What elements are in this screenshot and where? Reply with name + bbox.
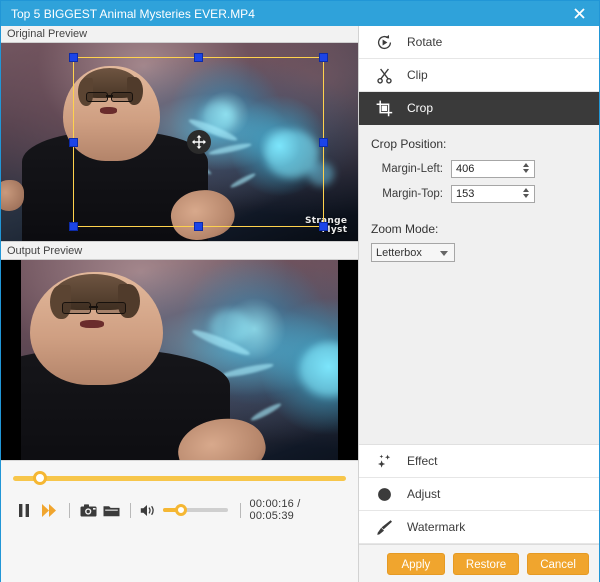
- margin-left-input[interactable]: [452, 161, 516, 177]
- tool-watermark[interactable]: Watermark: [359, 511, 599, 544]
- margin-left-label: Margin-Left:: [371, 163, 451, 175]
- margin-left-field: Margin-Left:: [359, 160, 599, 178]
- volume-slider[interactable]: [163, 504, 228, 516]
- chevron-down-icon[interactable]: [440, 251, 448, 256]
- brush-icon: [375, 518, 394, 537]
- original-preview-stage: Strange Myst: [1, 43, 358, 241]
- divider: [69, 503, 70, 518]
- margin-left-stepper[interactable]: [451, 160, 535, 178]
- crop-handle-n[interactable]: [194, 53, 203, 62]
- margin-top-label: Margin-Top:: [371, 188, 451, 200]
- title-bar: Top 5 BIGGEST Animal Mysteries EVER.MP4: [1, 1, 599, 26]
- contrast-icon: [375, 485, 394, 504]
- transport-buttons: 00:00:16 / 00:05:39: [9, 494, 350, 526]
- margin-top-input[interactable]: [452, 186, 516, 202]
- scissors-icon: [375, 66, 394, 85]
- brush-glyph: [376, 519, 393, 536]
- crop-handle-sw[interactable]: [69, 222, 78, 231]
- chevron-up-icon[interactable]: [523, 163, 529, 167]
- dialog-footer: Apply Restore Cancel: [359, 544, 599, 582]
- tool-label: Rotate: [407, 35, 442, 49]
- tool-rotate[interactable]: Rotate: [359, 26, 599, 59]
- rotate-glyph: [376, 34, 393, 51]
- volume-thumb[interactable]: [175, 504, 187, 516]
- fast-forward-glyph: [42, 504, 57, 517]
- divider: [130, 503, 131, 518]
- original-preview-label: Original Preview: [1, 26, 358, 43]
- stepper-arrows[interactable]: [523, 188, 529, 198]
- tool-label: Watermark: [407, 520, 465, 534]
- camera-glyph: [80, 504, 97, 517]
- speaker-icon[interactable]: [140, 501, 156, 519]
- crop-icon: [375, 99, 394, 118]
- move-glyph: [191, 134, 207, 150]
- chevron-down-icon[interactable]: [523, 169, 529, 173]
- dialog-body: Original Preview: [1, 26, 599, 582]
- margin-top-stepper[interactable]: [451, 185, 535, 203]
- close-glyph: [574, 8, 585, 19]
- seek-track: [13, 476, 346, 481]
- zoom-mode-value: Letterbox: [372, 247, 422, 259]
- fast-forward-icon[interactable]: [40, 500, 60, 520]
- folder-glyph: [103, 504, 120, 517]
- tool-effect[interactable]: Effect: [359, 445, 599, 478]
- letterbox-bar-right: [338, 260, 358, 460]
- tool-label: Adjust: [407, 487, 440, 501]
- tool-label: Crop: [407, 101, 433, 115]
- crop-settings-panel: Crop Position: Margin-Left: Margin-Top:: [359, 125, 599, 445]
- tool-label: Effect: [407, 454, 437, 468]
- video-edit-dialog: Top 5 BIGGEST Animal Mysteries EVER.MP4 …: [0, 0, 600, 582]
- crop-handle-s[interactable]: [194, 222, 203, 231]
- tool-panel: Rotate Clip: [359, 26, 599, 582]
- window-title: Top 5 BIGGEST Animal Mysteries EVER.MP4: [11, 7, 559, 21]
- crop-selection-box[interactable]: [73, 57, 324, 227]
- speaker-glyph: [140, 504, 156, 517]
- crop-position-title: Crop Position:: [359, 137, 599, 160]
- subject-silhouette: [1, 260, 230, 460]
- apply-button[interactable]: Apply: [387, 553, 445, 575]
- rotate-icon: [375, 33, 394, 52]
- tool-crop[interactable]: Crop: [359, 92, 599, 125]
- tool-label: Clip: [407, 68, 428, 82]
- time-display: 00:00:16 / 00:05:39: [250, 498, 338, 522]
- restore-button[interactable]: Restore: [453, 553, 519, 575]
- close-icon[interactable]: [559, 1, 599, 26]
- zoom-mode-title: Zoom Mode:: [359, 210, 599, 243]
- pause-icon[interactable]: [15, 500, 33, 520]
- camera-icon[interactable]: [79, 500, 99, 520]
- crop-handle-w[interactable]: [69, 138, 78, 147]
- output-preview-stage: Strange Myst: [1, 260, 358, 460]
- divider: [240, 503, 241, 518]
- sparkles-icon: [375, 452, 394, 471]
- chevron-down-icon[interactable]: [523, 194, 529, 198]
- output-video-frame: Strange Myst: [1, 260, 358, 460]
- preview-column: Original Preview: [1, 26, 359, 582]
- tool-adjust[interactable]: Adjust: [359, 478, 599, 511]
- letterbox-bar-left: [1, 260, 21, 460]
- pause-glyph: [18, 504, 30, 517]
- zoom-mode-select[interactable]: Letterbox: [371, 243, 455, 262]
- folder-icon[interactable]: [101, 500, 121, 520]
- move-icon[interactable]: [187, 130, 211, 154]
- crop-handle-ne[interactable]: [319, 53, 328, 62]
- sparkles-glyph: [376, 453, 393, 470]
- seek-slider[interactable]: [13, 471, 346, 485]
- crop-handle-nw[interactable]: [69, 53, 78, 62]
- crop-glyph: [376, 100, 393, 117]
- contrast-glyph: [376, 486, 393, 503]
- scissors-glyph: [376, 67, 393, 84]
- stepper-arrows[interactable]: [523, 163, 529, 173]
- tool-clip[interactable]: Clip: [359, 59, 599, 92]
- crop-handle-se[interactable]: [319, 222, 328, 231]
- seek-thumb[interactable]: [33, 471, 47, 485]
- video-scene-cropped: Strange Myst: [1, 260, 358, 460]
- crop-handle-e[interactable]: [319, 138, 328, 147]
- playback-controls: 00:00:16 / 00:05:39: [1, 460, 358, 582]
- output-preview-label: Output Preview: [1, 241, 358, 260]
- cancel-button[interactable]: Cancel: [527, 553, 589, 575]
- margin-top-field: Margin-Top:: [359, 185, 599, 203]
- chevron-up-icon[interactable]: [523, 188, 529, 192]
